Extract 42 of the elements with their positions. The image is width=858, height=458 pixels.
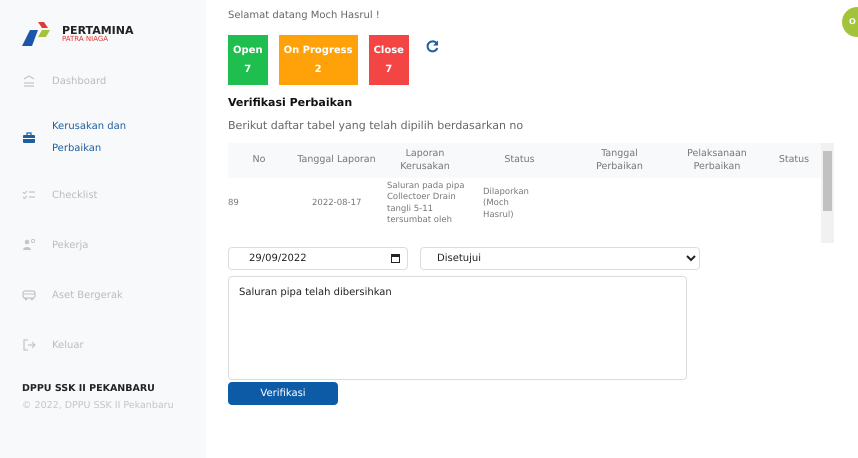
calendar-icon[interactable] (391, 254, 400, 263)
table-cell-text: Saluran pada pipa Collectoer Drain tangli 5-11 tersumbat oleh (386, 181, 466, 227)
verify-button[interactable]: Verifikasi (228, 382, 338, 405)
date-field[interactable]: 29/09/2022 (228, 247, 408, 270)
sidebar-item[interactable]: Keluar (22, 330, 188, 360)
table-cell-text: 89 (228, 198, 240, 210)
status-count: 7 (384, 63, 394, 77)
column-header: Status (503, 154, 536, 167)
column-header: Laporan Kerusakan (399, 148, 451, 173)
status-label: On Progress (284, 44, 353, 58)
notes-field[interactable]: Saluran pipa telah dibersihkan (228, 276, 687, 380)
column-header: Status (778, 154, 810, 167)
dashboard-icon (22, 74, 36, 88)
logout-icon (22, 338, 36, 352)
column-header: No (252, 154, 266, 167)
avatar[interactable]: O (842, 7, 858, 37)
table-cell-text: 2022-08-17 (311, 198, 362, 210)
column-header: Tanggal Perbaikan (595, 148, 644, 173)
checklist-icon (22, 188, 36, 202)
status-count: 7 (243, 63, 252, 77)
sidebar-item[interactable]: Kerusakan dan Perbaikan (22, 116, 188, 160)
toolbox-icon (22, 131, 36, 145)
column-header: Pelaksanaan Perbaikan (686, 148, 748, 173)
table-cell-text: Dilaporkan (Moch Hasrul) (482, 186, 530, 222)
footer-title: DPPU SSK II PEKANBARU (22, 382, 156, 396)
brand-name: PERTAMINA (62, 25, 134, 36)
sidebar-item[interactable]: Checklist (22, 180, 188, 210)
scrollbar[interactable] (821, 143, 834, 243)
people-icon (22, 238, 36, 252)
refresh-icon[interactable] (426, 40, 439, 53)
status-label: Close (374, 44, 404, 58)
status-label: Open (233, 44, 263, 58)
status-select[interactable]: Disetujui (420, 247, 700, 270)
status-count: 2 (314, 63, 323, 77)
vehicle-icon (22, 288, 36, 302)
sidebar-item[interactable]: Aset Bergerak (22, 280, 188, 310)
sidebar-item[interactable]: Pekerja (22, 230, 188, 260)
section-title: Verifikasi Perbaikan (228, 95, 354, 111)
welcome-text: Selamat datang Moch Hasrul ! (228, 9, 380, 23)
sidebar-item[interactable]: Dashboard (22, 66, 188, 96)
subtitle-text: Berikut daftar tabel yang telah dipilih berdasarkan no (228, 118, 524, 134)
column-header: Tanggal Laporan (296, 154, 377, 167)
